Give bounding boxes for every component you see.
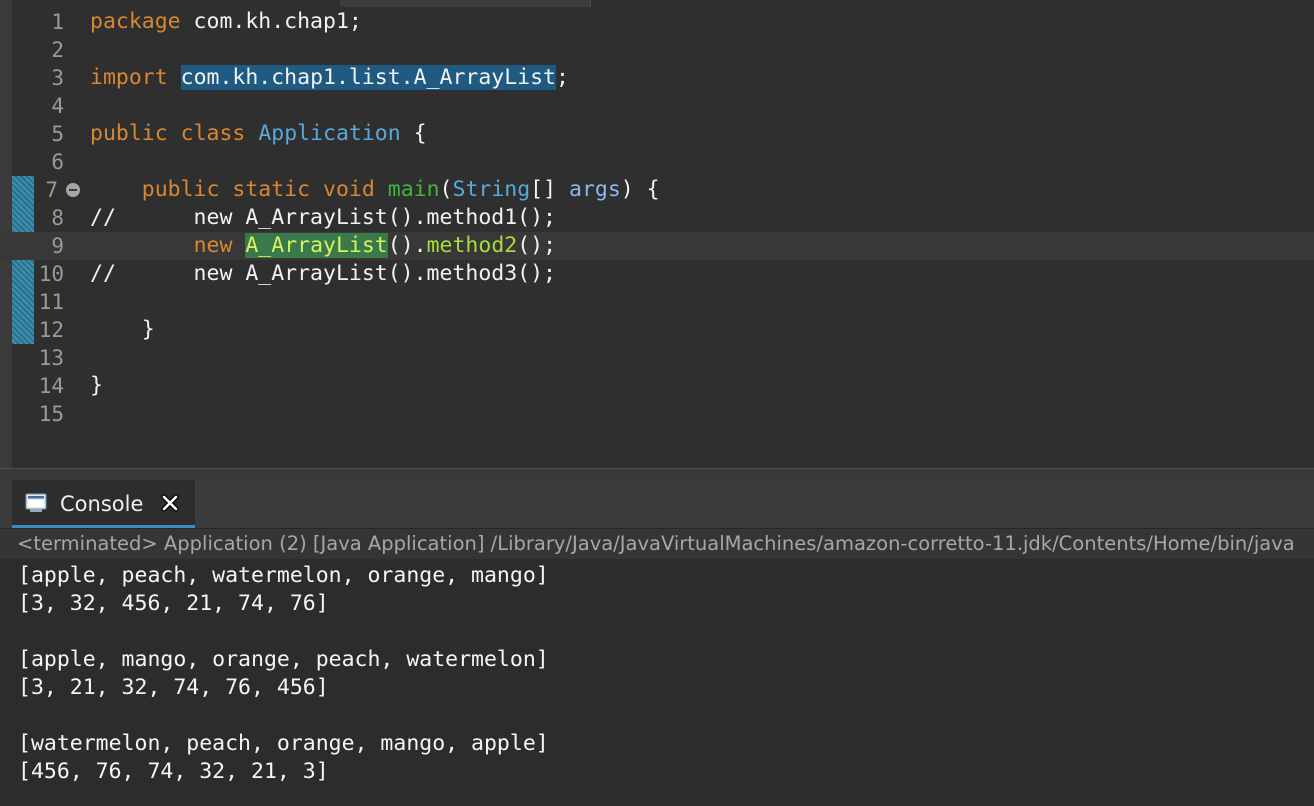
line-number: 4 [51, 94, 64, 118]
occurrence-highlight[interactable]: A_ArrayList [245, 233, 388, 258]
code-line-5[interactable]: 5 public class Application { [0, 120, 1314, 148]
line-number: 5 [51, 122, 64, 146]
code-line-6[interactable]: 6 [0, 148, 1314, 176]
array-brackets: [] [530, 177, 570, 202]
code-editor[interactable]: 1 package com.kh.chap1; 2 3 import com.k… [0, 0, 1314, 468]
console-output-line: [apple, peach, watermelon, orange, mango… [18, 563, 549, 588]
code-line-13[interactable]: 13 [0, 344, 1314, 372]
editor-tab-strip-edge [340, 0, 591, 7]
line-number: 6 [51, 150, 64, 174]
keyword-public: public [141, 177, 220, 202]
keyword-package: package [90, 9, 181, 34]
line-number: 15 [38, 402, 64, 426]
console-output-line: [456, 76, 74, 32, 21, 3] [18, 759, 329, 784]
code-text[interactable]: package com.kh.chap1; [90, 8, 362, 36]
code-text[interactable]: public static void main(String[] args) { [90, 176, 660, 204]
param-name: args [569, 177, 621, 202]
code-line-1[interactable]: 1 package com.kh.chap1; [0, 8, 1314, 36]
close-brace: } [90, 373, 103, 398]
code-text[interactable]: } [90, 372, 103, 400]
code-line-15[interactable]: 15 [0, 400, 1314, 428]
collapse-minus-icon[interactable] [66, 183, 80, 197]
line-comment[interactable]: // new A_ArrayList().method1(); [90, 204, 556, 232]
code-line-2[interactable]: 2 [0, 36, 1314, 64]
line-number: 13 [38, 346, 64, 370]
call-end: (); [517, 233, 557, 258]
line-number: 2 [51, 38, 64, 62]
console-monitor-icon [25, 493, 47, 512]
code-line-7[interactable]: 7 public static void main(String[] args)… [0, 176, 1314, 204]
line-number: 11 [38, 290, 64, 314]
line-number: 9 [51, 234, 64, 258]
keyword-void: void [323, 177, 375, 202]
line-number: 14 [38, 374, 64, 398]
keyword-public: public [90, 121, 168, 146]
console-output-line: [3, 32, 456, 21, 74, 76] [18, 591, 329, 616]
open-brace: { [400, 121, 427, 146]
keyword-static: static [232, 177, 311, 202]
tab-console[interactable]: Console [12, 480, 195, 528]
keyword-import: import [90, 65, 168, 90]
param-type: String [452, 177, 531, 202]
selected-import-path[interactable]: com.kh.chap1.list.A_ArrayList [180, 65, 557, 90]
code-line-10[interactable]: 10 // new A_ArrayList().method3(); [0, 260, 1314, 288]
line-number: 3 [51, 66, 64, 90]
keyword-new: new [193, 233, 233, 258]
close-x-icon[interactable] [160, 493, 180, 513]
console-output-line: [3, 21, 32, 74, 76, 456] [18, 675, 329, 700]
code-text[interactable]: } [90, 316, 155, 344]
method-name-main: main [387, 177, 440, 202]
console-output-line: [watermelon, peach, orange, mango, apple… [18, 731, 549, 756]
line-number: 1 [51, 10, 64, 34]
code-line-11[interactable]: 11 [0, 288, 1314, 316]
code-line-4[interactable]: 4 [0, 92, 1314, 120]
code-line-3[interactable]: 3 import com.kh.chap1.list.A_ArrayList; [0, 64, 1314, 92]
line-number: 12 [38, 318, 64, 342]
keyword-class: class [180, 121, 246, 146]
close-brace: } [141, 317, 155, 342]
code-line-8[interactable]: 8 // new A_ArrayList().method1(); [0, 204, 1314, 232]
method-call: method2 [426, 233, 518, 258]
code-line-14[interactable]: 14 } [0, 372, 1314, 400]
line-comment[interactable]: // new A_ArrayList().method3(); [90, 260, 556, 288]
close-paren-brace: ) { [620, 177, 660, 202]
code-line-12[interactable]: 12 } [0, 316, 1314, 344]
console-view-header: Console [0, 480, 1314, 529]
class-name: Application [258, 121, 401, 146]
code-text[interactable]: import com.kh.chap1.list.A_ArrayList; [90, 64, 569, 92]
code-line-9-current[interactable]: 9 new A_ArrayList().method2(); [0, 232, 1314, 260]
console-tab-label: Console [60, 492, 144, 516]
terminated-status-text: <terminated> Application (2) [Java Appli… [17, 532, 1295, 555]
line-number: 8 [51, 206, 64, 230]
package-name: com.kh.chap1; [180, 9, 362, 34]
line-number: 7 [45, 178, 58, 202]
console-output-line: [apple, mango, orange, peach, watermelon… [18, 647, 549, 672]
call-dot: (). [387, 233, 427, 258]
open-paren: ( [439, 177, 453, 202]
code-text[interactable]: new A_ArrayList().method2(); [90, 232, 556, 260]
line-number: 10 [38, 262, 64, 286]
code-text[interactable]: public class Application { [90, 120, 427, 148]
console-process-status: <terminated> Application (2) [Java Appli… [0, 529, 1314, 559]
semicolon: ; [556, 65, 569, 90]
console-output-area[interactable]: [apple, peach, watermelon, orange, mango… [0, 559, 1314, 806]
